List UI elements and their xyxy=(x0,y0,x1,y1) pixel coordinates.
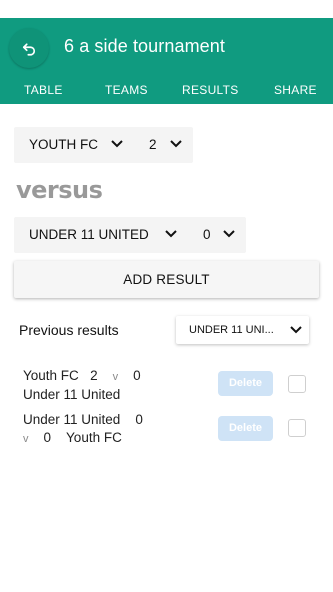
back-button[interactable] xyxy=(9,28,49,68)
score: 2 xyxy=(90,368,98,383)
chevron-down-icon xyxy=(111,140,123,148)
delete-button[interactable]: Delete xyxy=(218,371,273,396)
previous-results-heading: Previous results xyxy=(19,322,119,338)
result-checkbox[interactable] xyxy=(288,375,306,393)
back-arrow-icon xyxy=(22,43,36,56)
delete-label: Delete xyxy=(228,377,263,389)
tab-teams[interactable]: TEAMS xyxy=(105,83,148,97)
result-item: Under 11 United 0 v 0 Youth FC xyxy=(23,411,143,448)
filter-value: UNDER 11 UNI... xyxy=(189,324,274,336)
away-team-label: UNDER 11 UNITED xyxy=(29,227,149,242)
chevron-down-icon xyxy=(170,140,182,148)
tab-bar: TABLE TEAMS RESULTS SHARE xyxy=(0,76,333,104)
tab-results[interactable]: RESULTS xyxy=(182,83,239,97)
versus-marker: v xyxy=(23,433,29,445)
versus-marker: v xyxy=(112,371,119,383)
result-checkbox[interactable] xyxy=(288,419,306,437)
results-filter-dropdown[interactable]: UNDER 11 UNI... xyxy=(176,316,309,344)
delete-button[interactable]: Delete xyxy=(218,416,273,441)
away-team-selector[interactable]: UNDER 11 UNITED 0 xyxy=(14,217,246,253)
chevron-down-icon xyxy=(223,230,235,238)
score: 0 xyxy=(133,368,141,383)
add-result-button[interactable]: ADD RESULT xyxy=(14,261,319,298)
result-line-1: Youth FC 2 v 0 xyxy=(23,367,141,386)
tab-share[interactable]: SHARE xyxy=(274,83,317,97)
result-line-2: Under 11 United xyxy=(23,387,121,402)
versus-logo: versus xyxy=(16,176,103,204)
home-score-label: 2 xyxy=(149,137,157,152)
score: 0 xyxy=(135,412,143,427)
team-name: Under 11 United xyxy=(23,412,121,427)
home-team-selector[interactable]: YOUTH FC 2 xyxy=(14,127,193,163)
score: 0 xyxy=(43,430,52,445)
result-line-1: Under 11 United 0 xyxy=(23,411,143,429)
status-bar xyxy=(0,0,333,18)
team-name: Youth FC xyxy=(23,368,79,383)
app-bar: 6 a side tournament xyxy=(0,18,333,76)
chevron-down-icon xyxy=(165,230,177,238)
chevron-down-icon xyxy=(290,326,302,334)
delete-label: Delete xyxy=(228,422,263,434)
team-name: Youth FC xyxy=(66,430,122,445)
page-title: 6 a side tournament xyxy=(64,36,225,56)
home-team-label: YOUTH FC xyxy=(29,137,98,152)
away-score-label: 0 xyxy=(203,227,211,242)
result-line-2: v 0 Youth FC xyxy=(23,429,143,448)
tab-table[interactable]: TABLE xyxy=(24,83,63,97)
result-item: Youth FC 2 v 0 Under 11 United xyxy=(23,367,141,404)
add-result-label: ADD RESULT xyxy=(123,272,210,287)
